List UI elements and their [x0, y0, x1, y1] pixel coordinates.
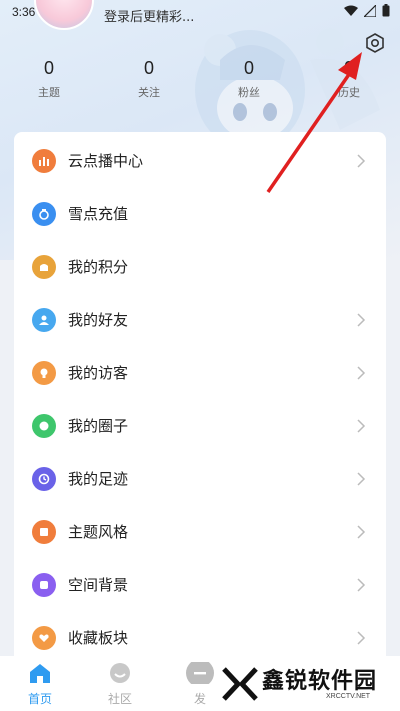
chevron-right-icon: [357, 577, 366, 592]
stat-label: 关注: [138, 86, 160, 99]
wifi-icon: [344, 5, 358, 16]
chevron-right-icon: [357, 153, 366, 168]
menu-item-points[interactable]: 我的积分: [14, 240, 386, 293]
stat-value: 0: [343, 58, 354, 78]
menu-item-theme[interactable]: 主题风格: [14, 505, 386, 558]
nav-label: 社区: [107, 692, 132, 706]
chevron-right-icon: [357, 630, 366, 645]
chart-bars-icon: [32, 148, 56, 173]
menu-item-label: 收藏板块: [68, 629, 129, 647]
menu-item-label: 我的访客: [68, 364, 129, 382]
diamond-icon: [32, 201, 56, 226]
menu-item-recharge[interactable]: 雪点充值: [14, 187, 386, 240]
chevron-right-icon: [357, 365, 366, 380]
menu-item-label: 我的积分: [68, 258, 129, 276]
nav-community[interactable]: 社区: [95, 662, 145, 707]
nav-label: 首页: [27, 692, 52, 706]
menu-item-vod-center[interactable]: 云点播中心: [14, 134, 386, 187]
battery-icon: [382, 4, 390, 17]
person-icon: [32, 307, 56, 332]
stat-fans[interactable]: 0 粉丝: [214, 58, 284, 100]
stats-row: 0 主题 0 关注 0 粉丝 0 历史: [0, 58, 400, 108]
stat-value: 0: [243, 58, 254, 78]
stat-label: 主题: [38, 86, 60, 99]
chat-icon: [32, 413, 56, 438]
settings-hexagon-icon: [366, 33, 384, 53]
menu-item-label: 主题风格: [68, 523, 129, 541]
stat-value: 0: [143, 58, 154, 78]
heart-icon: [32, 625, 56, 650]
chevron-right-icon: [357, 471, 366, 486]
community-icon: [110, 663, 130, 683]
post-plus-icon: [186, 659, 214, 687]
watermark-text: 鑫锐软件园: [262, 669, 378, 694]
square-icon: [32, 572, 56, 597]
stat-topics[interactable]: 0 主题: [14, 58, 84, 100]
menu-item-circles[interactable]: 我的圈子: [14, 399, 386, 452]
chevron-right-icon: [357, 418, 366, 433]
stat-history[interactable]: 0 历史: [314, 58, 384, 100]
menu-item-footprints[interactable]: 我的足迹: [14, 452, 386, 505]
stat-value: 0: [43, 58, 54, 78]
signal-icon: [364, 4, 376, 17]
menu-item-space-background[interactable]: 空间背景: [14, 558, 386, 611]
chevron-right-icon: [357, 524, 366, 539]
menu-item-label: 雪点充值: [68, 205, 129, 223]
menu-item-visitors[interactable]: 我的访客: [14, 346, 386, 399]
card-icon: [32, 519, 56, 544]
status-time: 3:36: [12, 5, 36, 19]
home-icon: [30, 664, 50, 683]
login-prompt[interactable]: 登录后更精彩...: [104, 6, 194, 25]
menu-card: 云点播中心 雪点充值 我的积分 我的好友 我的访客 我的圈子 我的足迹 主题风格…: [14, 132, 386, 672]
menu-item-label: 我的好友: [68, 311, 129, 329]
menu-item-label: 空间背景: [68, 576, 129, 594]
menu-item-label: 我的足迹: [68, 470, 129, 488]
menu-item-label: 我的圈子: [68, 417, 129, 435]
settings-button[interactable]: [362, 30, 388, 56]
stat-following[interactable]: 0 关注: [114, 58, 184, 100]
bag-icon: [32, 254, 56, 279]
menu-item-label: 云点播中心: [68, 152, 144, 170]
watermark: 鑫锐软件园 XRCCTV.NET: [218, 661, 398, 707]
stat-label: 粉丝: [238, 86, 260, 99]
menu-item-friends[interactable]: 我的好友: [14, 293, 386, 346]
clock-icon: [32, 466, 56, 491]
bulb-icon: [32, 360, 56, 385]
watermark-subtext: XRCCTV.NET: [326, 693, 371, 700]
stat-label: 历史: [338, 86, 360, 99]
nav-home[interactable]: 首页: [15, 662, 65, 707]
chevron-right-icon: [357, 312, 366, 327]
watermark-logo-icon: [222, 667, 258, 701]
